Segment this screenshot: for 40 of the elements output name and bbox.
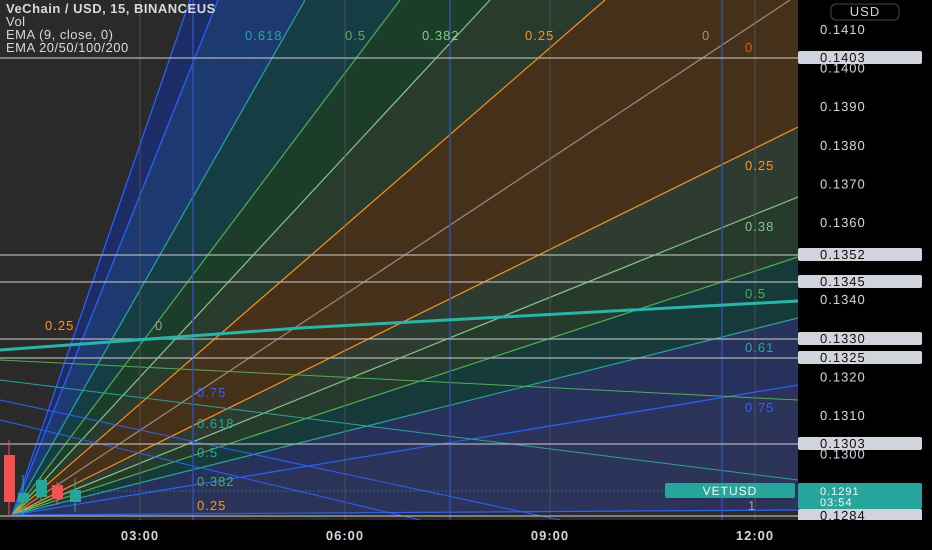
- time-tick-label: 06:00: [326, 528, 364, 543]
- fan-level-label: 0.5: [745, 286, 766, 301]
- indicator-label: Vol: [6, 14, 26, 29]
- price-marker-label: 0.1303: [798, 436, 922, 451]
- price-marker-label: 0.1284: [798, 508, 922, 520]
- fan-level-label: 0: [745, 40, 754, 55]
- price-tick-label: 0.1370: [820, 176, 866, 192]
- fan-level-label: 0.25: [45, 318, 74, 333]
- fan-level-label: 0.75: [197, 385, 226, 400]
- fan-level-label: 1: [748, 498, 756, 513]
- time-tick-label: 09:00: [530, 528, 570, 543]
- currency-button[interactable]: USD: [830, 4, 900, 20]
- price-tick-label: 0.1360: [820, 215, 866, 230]
- price-tick-label: 0.1410: [820, 22, 866, 37]
- fan-level-label: 0: [155, 318, 164, 333]
- indicator-label: EMA (9, close, 0): [6, 27, 114, 42]
- last-price-badge: VETUSD: [665, 483, 795, 498]
- price-marker-label: 0.1330: [798, 331, 922, 346]
- fan-level-label: 0.38: [745, 219, 774, 234]
- price-tick-label: 0.1390: [820, 99, 866, 114]
- price-marker-label: 0.1325: [798, 350, 922, 365]
- time-tick-label: 12:00: [736, 528, 774, 543]
- fan-level-label: 0.618: [197, 416, 235, 431]
- fan-level-label: 0.61: [745, 340, 774, 355]
- fan-level-label: 0.25: [525, 28, 554, 43]
- fan-level-label: 0: [702, 28, 710, 43]
- fan-level-label: 0.25: [197, 498, 226, 513]
- fan-level-label: 0.618: [245, 28, 283, 43]
- price-tick-label: 0.1380: [820, 138, 866, 153]
- fan-level-label: 0.25: [745, 158, 774, 173]
- last-price-label: 0.1291 03:54: [798, 483, 922, 509]
- price-tick-label: 0.1310: [820, 408, 866, 423]
- price-marker-label: 0.1352: [798, 247, 922, 262]
- fan-level-label: 0.75: [745, 400, 774, 415]
- price-tick-label: 0.1320: [820, 369, 866, 384]
- price-marker-label: 0.1403: [798, 50, 922, 65]
- time-tick-label: 03:00: [120, 528, 160, 543]
- price-tick-label: 0.1340: [820, 292, 866, 308]
- fan-level-label: 0.5: [345, 28, 366, 43]
- price-marker-label: 0.1345: [798, 274, 922, 289]
